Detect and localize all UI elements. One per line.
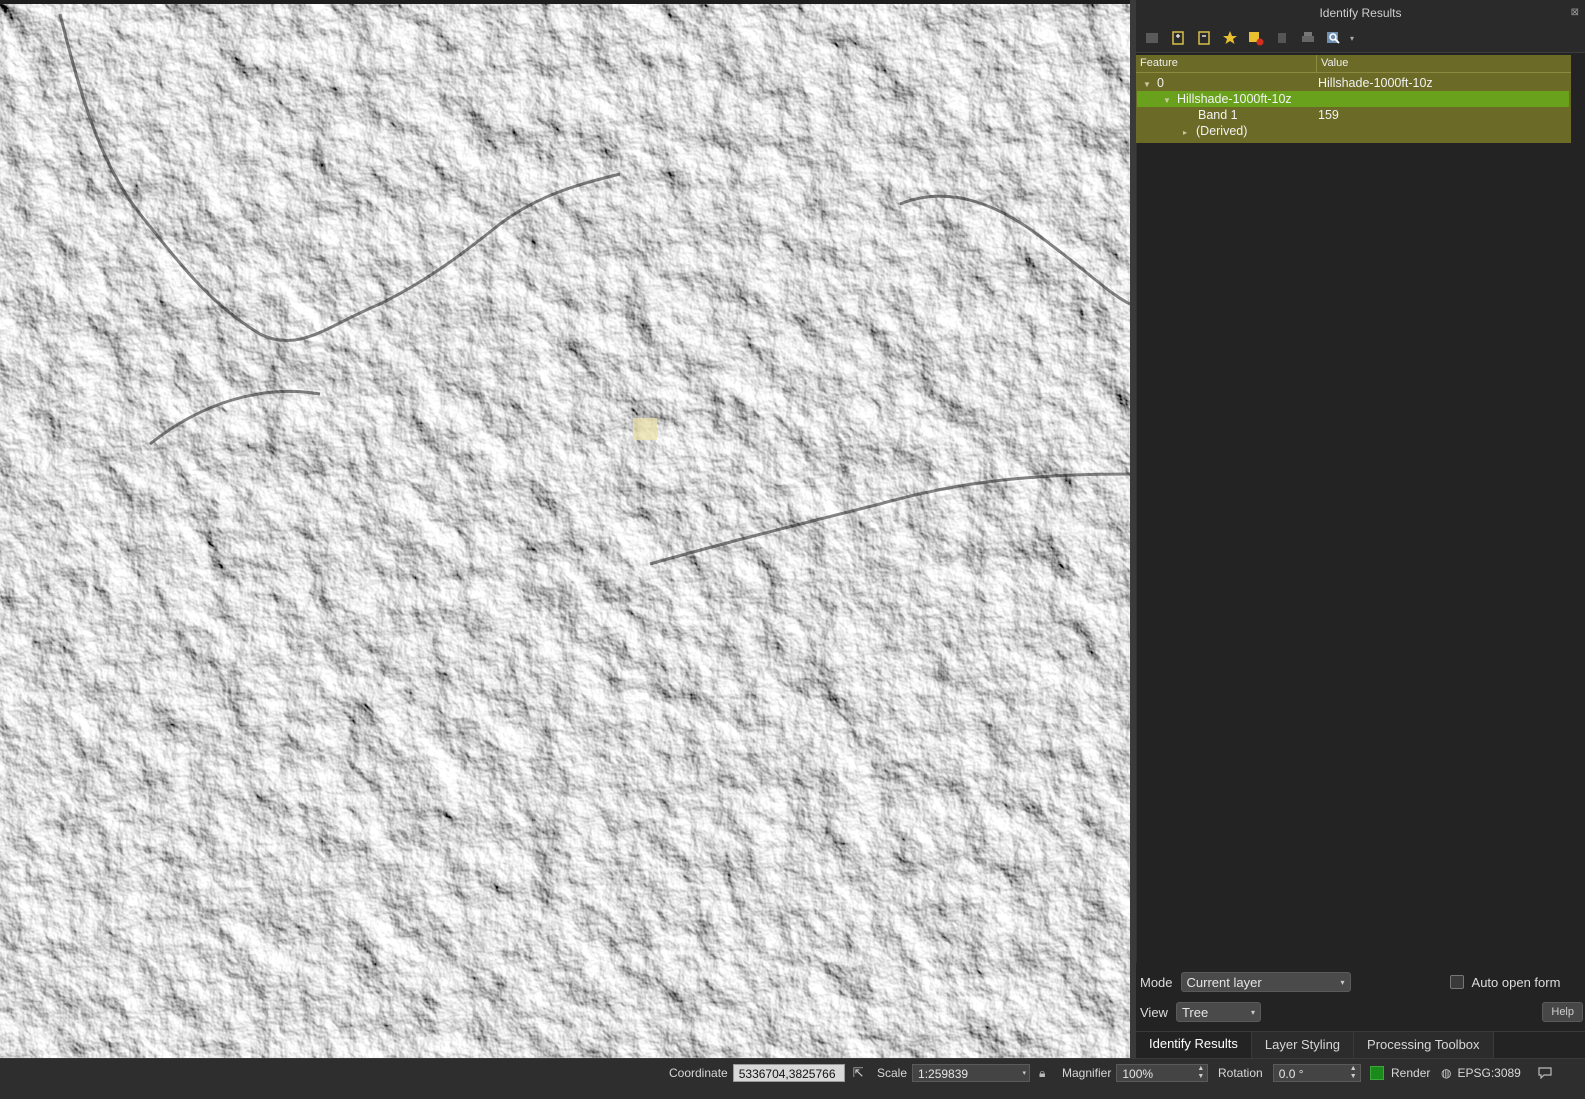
chevron-down-icon: ▾ xyxy=(1022,1070,1027,1077)
spinner-arrows-icon[interactable]: ▲ ▼ xyxy=(1350,1065,1357,1081)
chevron-down-icon: ▾ xyxy=(1250,1008,1255,1017)
magnifier-group: Magnifier 100% ▲ ▼ xyxy=(1062,1059,1209,1087)
magnifier-label: Magnifier xyxy=(1062,1066,1112,1080)
view-select[interactable]: Tree ▾ xyxy=(1175,1002,1261,1022)
band-name: Band 1 xyxy=(1198,108,1238,122)
layer-name: Hillshade-1000ft-10z xyxy=(1177,92,1292,106)
rotation-group: Rotation 0.0 ° ▲ ▼ xyxy=(1218,1059,1361,1087)
identify-settings-icon[interactable] xyxy=(1324,28,1344,48)
view-label: View xyxy=(1140,1004,1168,1020)
crs-label: EPSG:3089 xyxy=(1457,1066,1521,1080)
map-canvas[interactable] xyxy=(0,4,1130,1058)
render-group: Render xyxy=(1370,1059,1430,1087)
render-label: Render xyxy=(1391,1066,1431,1080)
identify-toolbar: ▾ xyxy=(1136,24,1585,53)
coordinate-label: Coordinate xyxy=(669,1066,728,1080)
tree-row[interactable]: ▸ (Derived) xyxy=(1136,123,1571,139)
column-header-feature[interactable]: Feature xyxy=(1136,55,1317,72)
mode-select-value: Current layer xyxy=(1186,975,1262,990)
messages-icon[interactable] xyxy=(1538,1059,1552,1087)
scale-label: Scale xyxy=(877,1066,908,1080)
tree-row[interactable]: Band 1 159 xyxy=(1136,107,1571,123)
tab-processing-toolbox[interactable]: Processing Toolbox xyxy=(1354,1032,1494,1058)
results-tree: Feature Value ▼ 0 Hillshade-1000ft-10z ▼ H… xyxy=(1136,55,1571,143)
scale-field[interactable]: 1:259839 ▾ xyxy=(912,1064,1031,1082)
layer-value xyxy=(1318,91,1319,107)
tree-header: Feature Value xyxy=(1136,55,1571,73)
derived-value xyxy=(1317,123,1318,139)
close-panel-icon[interactable]: ⊠ xyxy=(1571,0,1579,26)
derived-label: (Derived) xyxy=(1196,124,1248,138)
magnifier-value: 100% xyxy=(1122,1067,1154,1081)
dock-tabs: Identify Results Layer Styling Processin… xyxy=(1136,1031,1585,1060)
status-bar: Coordinate 5336704,3825766 ⇱ Scale 1:259… xyxy=(0,1058,1585,1099)
globe-icon: ◍ xyxy=(1441,1066,1452,1080)
help-button[interactable]: Help xyxy=(1542,1002,1583,1022)
identify-results-panel: Identify Results ⊠ ▾ Feature Value ▼ 0 H… xyxy=(1136,0,1585,1060)
column-header-value[interactable]: Value xyxy=(1317,55,1348,72)
expand-all-icon[interactable] xyxy=(1168,28,1188,48)
tab-layer-styling[interactable]: Layer Styling xyxy=(1251,1032,1355,1058)
auto-open-form-label: Auto open form xyxy=(1471,974,1561,990)
settings-dropdown-icon[interactable]: ▾ xyxy=(1350,34,1358,43)
mode-label: Mode xyxy=(1140,974,1173,990)
scale-value: 1:259839 xyxy=(918,1067,969,1081)
expand-arrow-icon[interactable]: ▸ xyxy=(1179,125,1191,141)
rotation-label: Rotation xyxy=(1218,1066,1263,1080)
tree-row[interactable]: ▼ 0 Hillshade-1000ft-10z xyxy=(1136,75,1571,91)
crs-group[interactable]: ◍ EPSG:3089 xyxy=(1441,1059,1521,1087)
results-empty-area xyxy=(1136,143,1585,963)
chevron-down-icon: ▾ xyxy=(1340,978,1345,987)
mode-row: Mode Current layer ▾ Auto open form xyxy=(1138,970,1583,994)
rotation-value: 0.0 ° xyxy=(1278,1067,1304,1081)
feature-value: Hillshade-1000ft-10z xyxy=(1318,76,1433,90)
band-value: 159 xyxy=(1318,108,1339,122)
coordinate-field[interactable]: 5336704,3825766 xyxy=(732,1064,845,1082)
scale-group: Scale 1:259839 ▾ 🔒︎ xyxy=(877,1059,1045,1087)
collapse-all-icon[interactable] xyxy=(1194,28,1214,48)
mode-select[interactable]: Current layer ▾ xyxy=(1180,972,1351,992)
view-row: View Tree ▾ Help xyxy=(1138,1000,1583,1024)
view-select-value: Tree xyxy=(1181,1005,1209,1020)
lock-scale-icon[interactable]: 🔒︎ xyxy=(1039,1066,1045,1081)
feature-id: 0 xyxy=(1157,76,1164,90)
expand-new-icon[interactable] xyxy=(1220,28,1240,48)
auto-open-form-checkbox[interactable] xyxy=(1449,975,1464,989)
magnifier-field[interactable]: 100% ▲ ▼ xyxy=(1116,1064,1209,1082)
print-icon[interactable] xyxy=(1298,28,1318,48)
render-checkbox[interactable] xyxy=(1370,1066,1384,1080)
panel-title-bar: Identify Results ⊠ xyxy=(1136,0,1585,24)
panel-title: Identify Results xyxy=(1319,6,1402,20)
toggle-extents-icon[interactable]: ⇱ xyxy=(853,1065,864,1081)
tab-identify-results[interactable]: Identify Results xyxy=(1136,1032,1252,1060)
clear-results-icon[interactable] xyxy=(1246,28,1266,48)
copy-feature-icon[interactable] xyxy=(1272,28,1292,48)
identify-highlight xyxy=(633,418,657,440)
rotation-field[interactable]: 0.0 ° ▲ ▼ xyxy=(1272,1064,1361,1082)
coordinate-group: Coordinate 5336704,3825766 ⇱ xyxy=(669,1059,864,1087)
tree-row-selected[interactable]: ▼ Hillshade-1000ft-10z xyxy=(1137,91,1569,107)
hillshade-raster xyxy=(0,4,1130,1058)
expand-tree-icon[interactable] xyxy=(1142,28,1162,48)
spinner-arrows-icon[interactable]: ▲ ▼ xyxy=(1197,1065,1204,1081)
